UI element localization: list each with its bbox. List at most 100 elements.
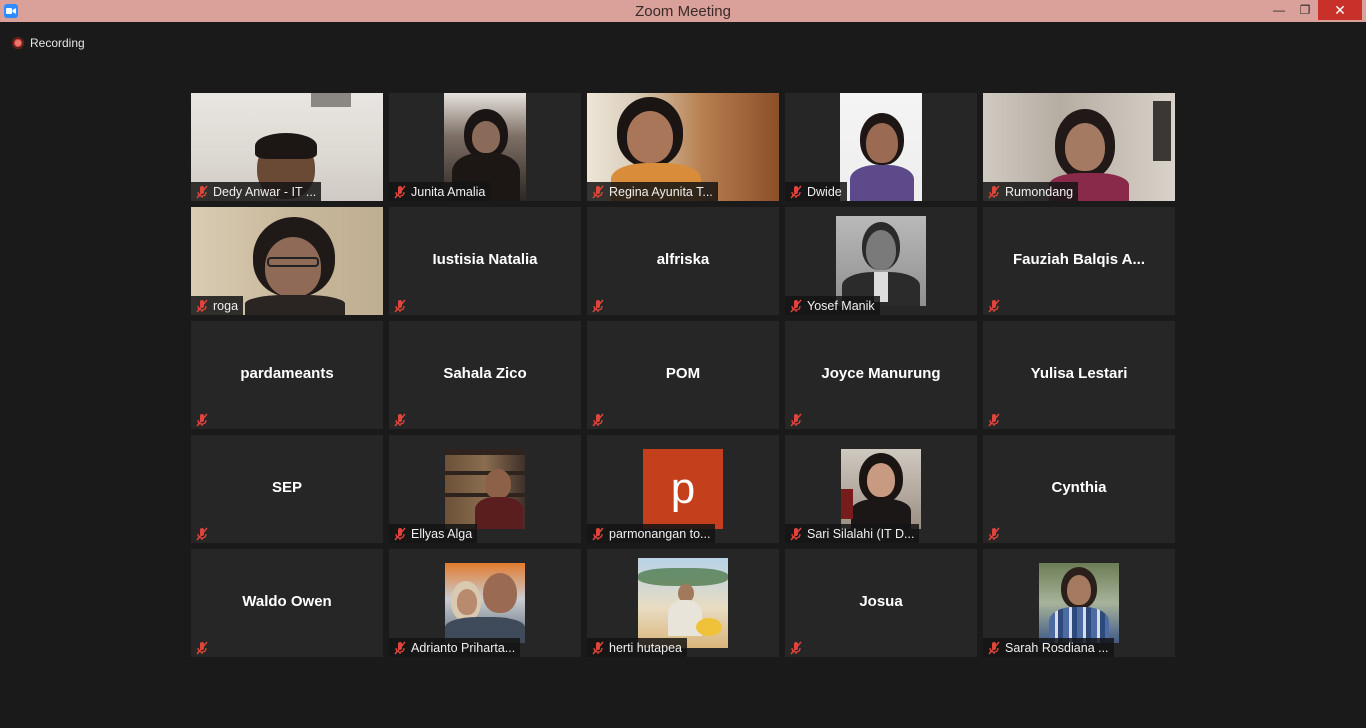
mic-muted-icon [790, 641, 802, 654]
participant-avatar: p [643, 449, 723, 529]
participant-name-display: POM [665, 365, 701, 382]
participant-label [191, 638, 214, 657]
participant-label [983, 410, 1006, 429]
participant-tile[interactable]: Adrianto Priharta... [389, 549, 581, 657]
participant-name-display: Joyce Manurung [821, 365, 941, 382]
participant-tile[interactable]: herti hutapea [587, 549, 779, 657]
participant-tile[interactable]: Sari Silalahi (IT D... [785, 435, 977, 543]
mic-muted-icon [790, 299, 802, 312]
mic-muted-icon [394, 641, 406, 654]
participant-name-display: Cynthia [1051, 479, 1107, 496]
participant-label: Rumondang [983, 182, 1079, 201]
participant-label: Regina Ayunita T... [587, 182, 718, 201]
mic-muted-icon [592, 413, 604, 426]
mic-muted-icon [790, 185, 802, 198]
participant-tile[interactable]: Sahala Zico [389, 321, 581, 429]
participant-label: Yosef Manik [785, 296, 880, 315]
participant-label [587, 410, 610, 429]
participant-label [389, 410, 412, 429]
participant-label [785, 410, 808, 429]
participant-label [983, 296, 1006, 315]
participant-name-display: Josua [859, 593, 903, 610]
participant-tile[interactable]: Ellyas Alga [389, 435, 581, 543]
participant-name: Dedy Anwar - IT ... [213, 184, 317, 199]
participant-tile[interactable]: Yulisa Lestari [983, 321, 1175, 429]
window-title: Zoom Meeting [635, 3, 731, 20]
participant-name: Rumondang [1005, 184, 1074, 199]
mic-muted-icon [988, 185, 1000, 198]
mic-muted-icon [196, 641, 208, 654]
mic-muted-icon [592, 299, 604, 312]
participant-tile[interactable]: roga [191, 207, 383, 315]
participant-video [841, 449, 921, 529]
mic-muted-icon [592, 185, 604, 198]
participant-tile[interactable]: Waldo Owen [191, 549, 383, 657]
participant-tile[interactable]: Rumondang [983, 93, 1175, 201]
mic-muted-icon [988, 413, 1000, 426]
participant-label [191, 410, 214, 429]
participant-tile[interactable]: Dwide [785, 93, 977, 201]
participant-tile[interactable]: Cynthia [983, 435, 1175, 543]
mic-muted-icon [196, 299, 208, 312]
participant-tile[interactable]: Regina Ayunita T... [587, 93, 779, 201]
participant-tile[interactable]: Josua [785, 549, 977, 657]
participant-tile[interactable]: Sarah Rosdiana ... [983, 549, 1175, 657]
participant-name: Junita Amalia [411, 184, 486, 199]
mic-muted-icon [196, 413, 208, 426]
participant-tile[interactable]: pardameants [191, 321, 383, 429]
participant-tile[interactable]: POM [587, 321, 779, 429]
participant-video [638, 558, 728, 648]
participant-tile[interactable]: p parmonangan to... [587, 435, 779, 543]
mic-muted-icon [196, 527, 208, 540]
recording-icon [12, 37, 24, 49]
mic-muted-icon [988, 641, 1000, 654]
participant-name: Adrianto Priharta... [411, 640, 516, 655]
participant-video [1039, 563, 1119, 643]
participant-name-display: pardameants [240, 365, 334, 382]
recording-label: Recording [30, 36, 85, 50]
participant-name-display: SEP [271, 479, 302, 496]
participant-label: roga [191, 296, 244, 315]
participant-name-display: alfriska [656, 251, 710, 268]
participant-tile[interactable]: Yosef Manik [785, 207, 977, 315]
participant-tile[interactable]: Junita Amalia [389, 93, 581, 201]
participant-label [191, 524, 214, 543]
recording-indicator[interactable]: Recording [12, 35, 85, 51]
mic-muted-icon [196, 185, 208, 198]
participant-name-display: Fauziah Balqis A... [1013, 251, 1145, 268]
participant-name-display: Iustisia Natalia [432, 251, 538, 268]
participant-name: Ellyas Alga [411, 526, 473, 541]
mic-muted-icon [394, 413, 406, 426]
participant-tile[interactable]: Dedy Anwar - IT ... [191, 93, 383, 201]
mic-muted-icon [394, 527, 406, 540]
participant-grid: Dedy Anwar - IT ... Junita Amalia Regina… [191, 93, 1175, 657]
mic-muted-icon [592, 641, 604, 654]
participant-name: herti hutapea [609, 640, 682, 655]
participant-label: Ellyas Alga [389, 524, 478, 543]
participant-video [445, 563, 525, 643]
participant-label: Dwide [785, 182, 847, 201]
participant-name-display: Yulisa Lestari [1030, 365, 1128, 382]
participant-tile[interactable]: Fauziah Balqis A... [983, 207, 1175, 315]
participant-label: Sarah Rosdiana ... [983, 638, 1114, 657]
participant-label: herti hutapea [587, 638, 687, 657]
title-bar: Zoom Meeting — ❐ ✕ [0, 0, 1366, 22]
mic-muted-icon [592, 527, 604, 540]
mic-muted-icon [394, 299, 406, 312]
participant-name: parmonangan to... [609, 526, 711, 541]
participant-label [587, 296, 610, 315]
participant-tile[interactable]: Iustisia Natalia [389, 207, 581, 315]
participant-label: Adrianto Priharta... [389, 638, 521, 657]
participant-label [983, 524, 1006, 543]
participant-tile[interactable]: SEP [191, 435, 383, 543]
close-button[interactable]: ✕ [1318, 0, 1362, 20]
participant-tile[interactable]: alfriska [587, 207, 779, 315]
participant-name: Sarah Rosdiana ... [1005, 640, 1109, 655]
participant-name: Regina Ayunita T... [609, 184, 713, 199]
participant-tile[interactable]: Joyce Manurung [785, 321, 977, 429]
participant-name-display: Waldo Owen [242, 593, 332, 610]
mic-muted-icon [790, 527, 802, 540]
maximize-button[interactable]: ❐ [1290, 0, 1320, 20]
participant-label: Sari Silalahi (IT D... [785, 524, 920, 543]
participant-label [785, 638, 808, 657]
